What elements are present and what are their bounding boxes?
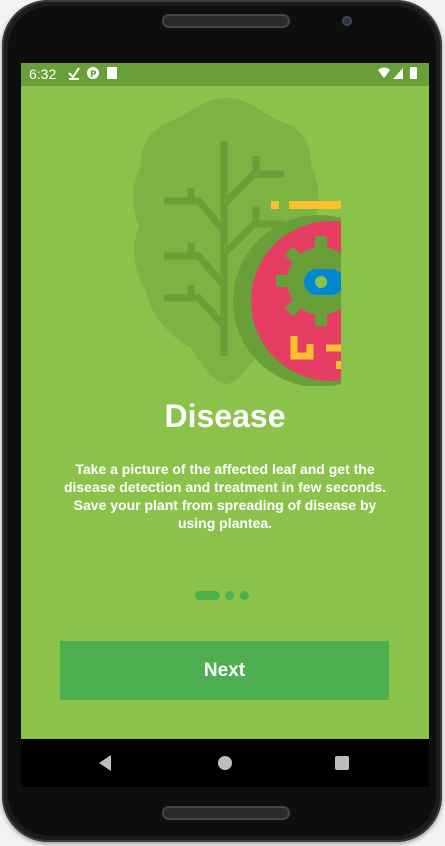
- yellow-dash-icon: [271, 201, 279, 209]
- home-circle-icon: [218, 756, 232, 770]
- notification-icons: P: [67, 65, 129, 84]
- system-icons: [377, 65, 421, 84]
- signal-icon: [393, 68, 403, 79]
- top-speaker: [162, 14, 290, 28]
- page-dot[interactable]: [240, 591, 249, 600]
- app-screen: 6:32 P Disease Take a picture of the aff…: [21, 63, 429, 739]
- battery-icon: [410, 67, 417, 79]
- svg-text:P: P: [90, 70, 101, 80]
- onboarding-title: Disease: [164, 398, 286, 434]
- navigation-bar: [21, 739, 429, 787]
- page-dot-active[interactable]: [195, 591, 220, 600]
- status-bar: 6:32 P: [21, 63, 429, 86]
- page-dot[interactable]: [225, 591, 234, 600]
- nav-recents-button[interactable]: [318, 739, 366, 787]
- onboarding-description: Take a picture of the affected leaf and …: [63, 461, 387, 531]
- status-time: 6:32: [29, 66, 57, 82]
- back-triangle-icon: [99, 755, 111, 771]
- recents-square-icon: [335, 756, 349, 770]
- nav-home-button[interactable]: [201, 739, 249, 787]
- notification-icons-svg: P: [68, 67, 117, 80]
- yellow-dash-icon: [289, 201, 341, 209]
- wifi-icon: [378, 67, 390, 78]
- disease-illustration: [133, 86, 429, 386]
- bottom-speaker: [162, 806, 290, 820]
- system-icons-svg: [378, 67, 417, 79]
- next-button[interactable]: Next: [60, 641, 389, 700]
- nav-back-button[interactable]: [81, 739, 129, 787]
- front-camera: [342, 16, 352, 26]
